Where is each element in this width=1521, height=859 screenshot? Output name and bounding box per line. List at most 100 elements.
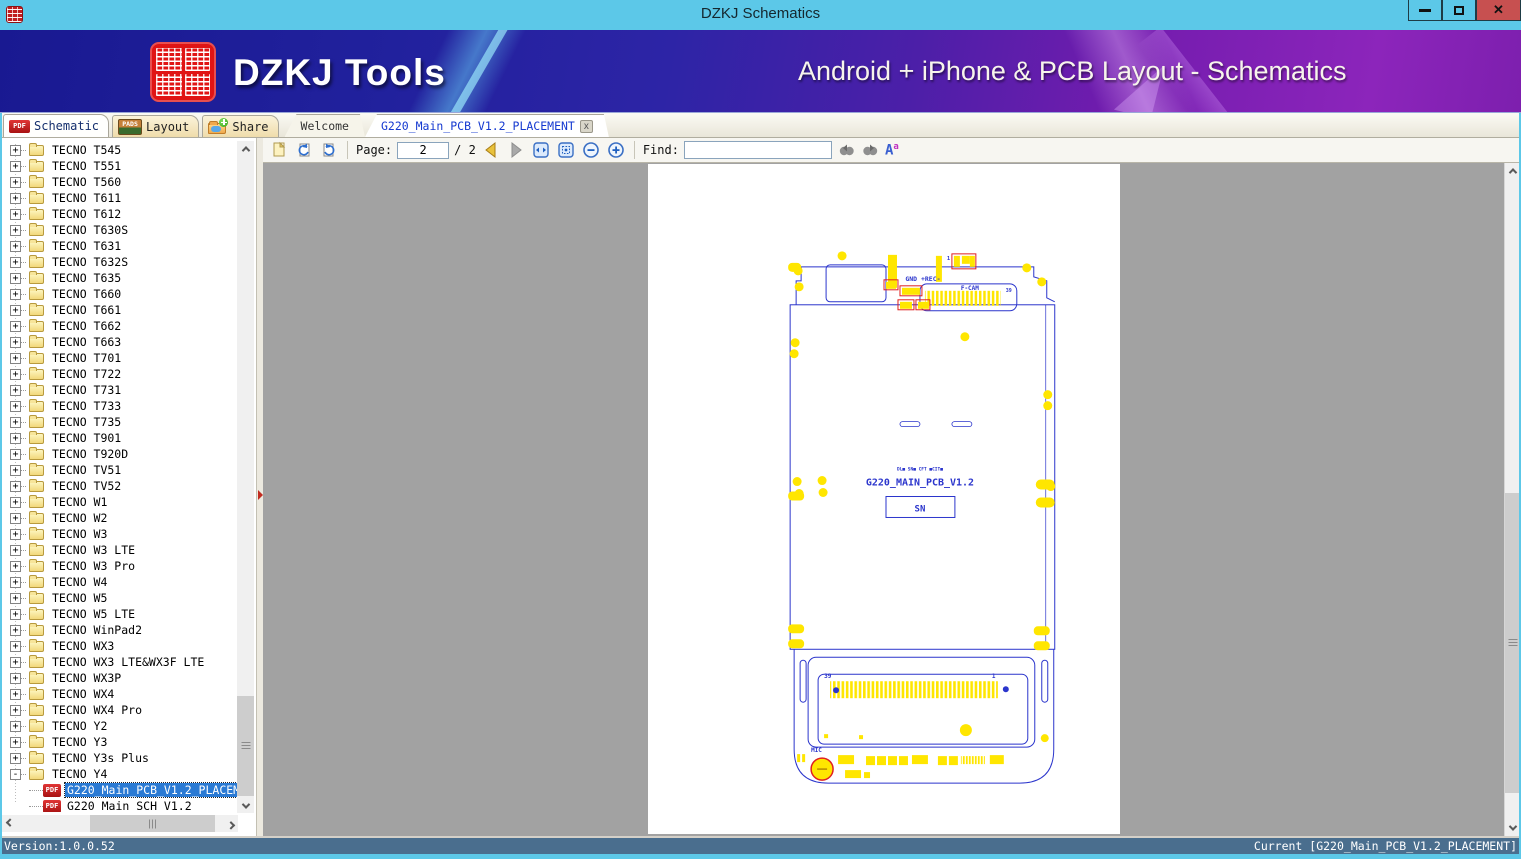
tree-item-label[interactable]: TECNO T701: [50, 351, 123, 365]
tab-layout[interactable]: PADS Layout: [112, 115, 200, 137]
expand-icon[interactable]: +: [10, 496, 21, 508]
tree-item-label[interactable]: TECNO T901: [50, 431, 123, 445]
expand-icon[interactable]: +: [10, 624, 21, 636]
fit-width-button[interactable]: [531, 141, 551, 159]
tree-item-label[interactable]: TECNO WX3 LTE&WX3F LTE: [50, 655, 206, 669]
doctab-close-icon[interactable]: x: [580, 120, 593, 133]
expand-icon[interactable]: +: [10, 752, 21, 764]
tree-item-label[interactable]: TECNO W5 LTE: [50, 607, 137, 621]
expand-icon[interactable]: +: [10, 400, 21, 412]
tree-item-label[interactable]: TECNO T661: [50, 303, 123, 317]
expand-icon[interactable]: +: [10, 688, 21, 700]
tree-item-label[interactable]: TECNO T545: [50, 143, 123, 157]
next-page-button[interactable]: [506, 141, 526, 159]
tree-item-label[interactable]: G220_Main_SCH_V1.2: [65, 799, 194, 812]
expand-icon[interactable]: +: [10, 720, 21, 732]
tree-horizontal-scrollbar[interactable]: [2, 815, 238, 832]
tree-item-label[interactable]: TECNO Y2: [50, 719, 109, 733]
expand-icon[interactable]: +: [10, 240, 21, 252]
tree-item-label[interactable]: TECNO T920D: [50, 447, 130, 461]
find-next-button[interactable]: [861, 143, 880, 158]
expand-icon[interactable]: +: [10, 512, 21, 524]
expand-icon[interactable]: +: [10, 208, 21, 220]
tree-item-label[interactable]: TECNO T630S: [50, 223, 130, 237]
doctab-welcome[interactable]: Welcome: [285, 114, 365, 137]
tree-item-label[interactable]: TECNO T731: [50, 383, 123, 397]
tree-item-label[interactable]: TECNO T722: [50, 367, 123, 381]
fit-page-button[interactable]: [556, 141, 576, 159]
expand-icon[interactable]: +: [10, 544, 21, 556]
tree-item-label[interactable]: TECNO T660: [50, 287, 123, 301]
scroll-thumb[interactable]: [237, 696, 254, 796]
expand-icon[interactable]: +: [10, 176, 21, 188]
tree-item-label-selected[interactable]: G220_Main_PCB_V1.2_PLACEMENT: [64, 782, 237, 798]
tree-item-label[interactable]: TECNO T733: [50, 399, 123, 413]
splitter-collapse-icon[interactable]: [258, 490, 263, 500]
tree-item-label[interactable]: TECNO T560: [50, 175, 123, 189]
tree-item-label[interactable]: TECNO W1: [50, 495, 109, 509]
tree-item-label[interactable]: TECNO T551: [50, 159, 123, 173]
find-previous-button[interactable]: [837, 143, 856, 158]
expand-icon[interactable]: +: [10, 736, 21, 748]
expand-icon[interactable]: +: [10, 224, 21, 236]
page-input[interactable]: [397, 141, 450, 159]
expand-icon[interactable]: +: [10, 256, 21, 268]
expand-icon[interactable]: +: [10, 464, 21, 476]
expand-icon[interactable]: +: [10, 352, 21, 364]
tab-share[interactable]: Share: [202, 115, 279, 137]
scroll-left-button[interactable]: [2, 815, 17, 832]
expand-icon[interactable]: +: [10, 160, 21, 172]
close-button[interactable]: ✕: [1476, 0, 1521, 21]
tree-item-label[interactable]: TECNO WX3: [50, 639, 116, 653]
tree-item-label[interactable]: TECNO W5: [50, 591, 109, 605]
previous-page-button[interactable]: [481, 141, 501, 159]
tree-vertical-scrollbar[interactable]: [237, 141, 254, 813]
expand-icon[interactable]: +: [10, 704, 21, 716]
tree-item-label[interactable]: TECNO W3 Pro: [50, 559, 137, 573]
tree-item-label[interactable]: TECNO WX4: [50, 687, 116, 701]
tree-item-label[interactable]: TECNO T612: [50, 207, 123, 221]
expand-icon[interactable]: +: [10, 288, 21, 300]
expand-icon[interactable]: +: [10, 368, 21, 380]
scroll-thumb[interactable]: [90, 815, 215, 832]
rotate-left-button[interactable]: [294, 141, 314, 159]
find-input[interactable]: [683, 141, 832, 159]
rotate-right-button[interactable]: [319, 141, 339, 159]
expand-icon[interactable]: +: [10, 592, 21, 604]
expand-icon[interactable]: +: [10, 656, 21, 668]
expand-icon[interactable]: +: [10, 480, 21, 492]
maximize-button[interactable]: [1442, 0, 1476, 21]
tree-item-label[interactable]: TECNO WX3P: [50, 671, 123, 685]
expand-icon[interactable]: +: [10, 304, 21, 316]
tab-schematic[interactable]: PDF Schematic: [3, 114, 110, 137]
scroll-right-button[interactable]: [223, 815, 238, 832]
tree-item-label[interactable]: TECNO T631: [50, 239, 123, 253]
expand-icon[interactable]: +: [10, 416, 21, 428]
tree-item-label[interactable]: TECNO Y3s Plus: [50, 751, 151, 765]
panel-splitter[interactable]: [256, 138, 263, 836]
font-size-icon[interactable]: Aa: [885, 142, 899, 157]
tree-item-label[interactable]: TECNO TV52: [50, 479, 123, 493]
tree-item-label[interactable]: TECNO T611: [50, 191, 123, 205]
tree-item-label[interactable]: TECNO T662: [50, 319, 123, 333]
expand-icon[interactable]: +: [10, 640, 21, 652]
expand-icon[interactable]: +: [10, 272, 21, 284]
zoom-out-button[interactable]: [581, 141, 601, 159]
tree-item-label[interactable]: TECNO TV51: [50, 463, 123, 477]
doctab-g220-placement[interactable]: G220_Main_PCB_V1.2_PLACEMENT x: [365, 114, 609, 137]
copy-page-button[interactable]: [269, 141, 289, 159]
tree-item-label[interactable]: TECNO T663: [50, 335, 123, 349]
scroll-down-button[interactable]: [237, 798, 254, 813]
tree-item-label[interactable]: TECNO Y3: [50, 735, 109, 749]
expand-icon[interactable]: +: [10, 320, 21, 332]
tree-item-label[interactable]: TECNO WX4 Pro: [50, 703, 144, 717]
minimize-button[interactable]: [1408, 0, 1442, 21]
tree-item-label[interactable]: TECNO W2: [50, 511, 109, 525]
tree-item-label[interactable]: TECNO T735: [50, 415, 123, 429]
tree-item-label[interactable]: TECNO W3 LTE: [50, 543, 137, 557]
expand-icon[interactable]: +: [10, 432, 21, 444]
expand-icon[interactable]: +: [10, 144, 21, 156]
zoom-in-button[interactable]: [606, 141, 626, 159]
expand-icon[interactable]: +: [10, 448, 21, 460]
expand-icon[interactable]: +: [10, 192, 21, 204]
